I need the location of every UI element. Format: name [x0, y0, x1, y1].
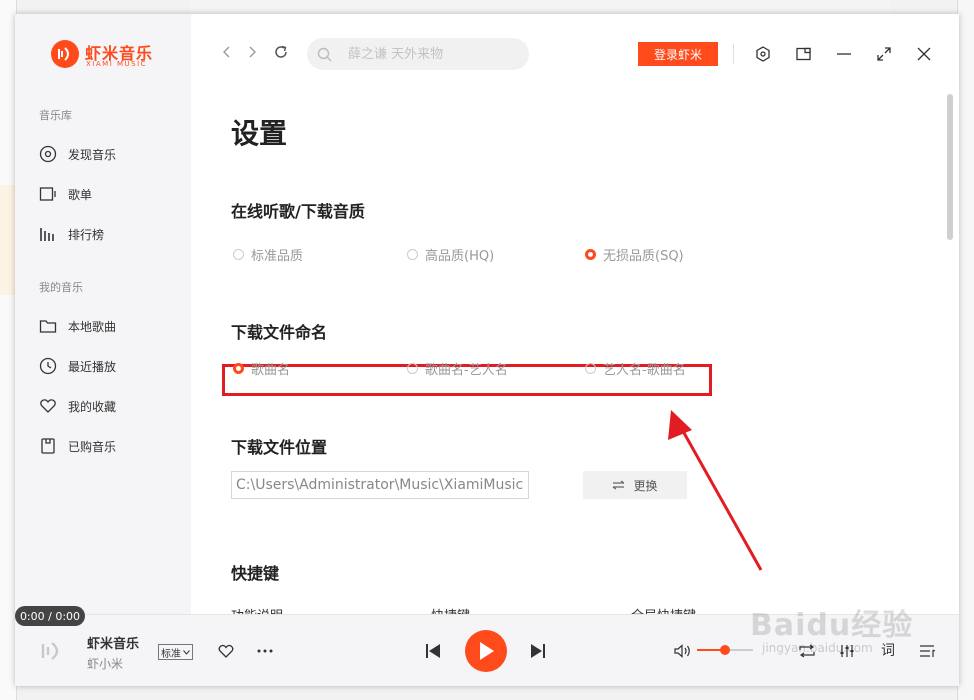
radio-naming-song[interactable]: 歌曲名: [233, 359, 290, 378]
disc-icon: [39, 145, 57, 163]
volume-icon[interactable]: [673, 641, 693, 661]
like-heart-icon[interactable]: [216, 641, 236, 661]
radio-label: 标准品质: [251, 249, 304, 264]
xiami-music-window: 虾米音乐 XIAMI MUSIC 音乐库 发现音乐 歌单 排行榜 我的音乐 本地…: [15, 14, 959, 686]
radio-circle-selected: [233, 363, 244, 374]
background-toolbar: [190, 0, 890, 15]
radio-label: 歌曲名-艺人名: [425, 363, 508, 378]
sidebar-item-label: 最近播放: [68, 359, 117, 374]
radio-label: 歌曲名: [251, 363, 291, 378]
sidebar-item-playlists[interactable]: 歌单: [39, 184, 92, 204]
download-path-field[interactable]: [231, 471, 529, 499]
quality-label: 标准: [161, 648, 181, 660]
library-section-label: 音乐库: [39, 109, 72, 122]
chevron-down-icon: [183, 649, 190, 655]
refresh-icon[interactable]: [273, 44, 289, 64]
chart-icon: [40, 228, 54, 241]
radio-quality-standard[interactable]: 标准品质: [233, 245, 303, 264]
next-track-icon[interactable]: [527, 641, 549, 661]
folder-icon: [39, 320, 57, 333]
sidebar-item-local-songs[interactable]: 本地歌曲: [39, 316, 116, 336]
watermark-logo: Baidu经验: [750, 608, 914, 643]
sidebar-item-favorites[interactable]: 我的收藏: [39, 396, 116, 416]
mini-player-icon[interactable]: [794, 44, 814, 64]
playlist-icon: [39, 187, 56, 201]
playlist-queue-icon[interactable]: [917, 641, 937, 661]
previous-track-icon[interactable]: [422, 641, 444, 661]
playback-time: 0:00 / 0:00: [15, 606, 85, 626]
top-bar: 登录虾米: [191, 14, 959, 94]
volume-knob[interactable]: [720, 645, 730, 655]
sidebar-item-label: 我的收藏: [68, 399, 117, 414]
settings-icon[interactable]: [753, 44, 773, 64]
minimize-icon[interactable]: [834, 44, 854, 64]
naming-section-title: 下载文件命名: [231, 323, 328, 342]
search-icon: [317, 47, 332, 61]
watermark-url: jingyan.baidu.com: [762, 641, 873, 655]
radio-circle: [407, 363, 418, 374]
my-music-section-label: 我的音乐: [39, 281, 83, 294]
sidebar-item-label: 歌单: [68, 187, 93, 202]
scrollbar[interactable]: [947, 94, 953, 240]
change-location-button[interactable]: 更换: [583, 471, 687, 499]
radio-label: 无损品质(SQ): [603, 249, 684, 264]
now-playing-artist: 虾小米: [87, 657, 124, 671]
forward-icon[interactable]: [246, 44, 258, 63]
radio-naming-song-artist[interactable]: 歌曲名-艺人名: [407, 359, 508, 378]
sidebar-item-label: 排行榜: [68, 227, 105, 242]
background-highlight-strip: [0, 185, 16, 295]
maximize-icon[interactable]: [874, 44, 894, 64]
header-divider: [733, 44, 734, 64]
radio-circle: [407, 249, 418, 260]
location-section-title: 下载文件位置: [231, 438, 328, 457]
sidebar: 虾米音乐 XIAMI MUSIC 音乐库 发现音乐 歌单 排行榜 我的音乐 本地…: [15, 14, 191, 614]
radio-circle: [233, 249, 244, 260]
quality-section-title: 在线听歌/下载音质: [231, 202, 365, 221]
close-icon[interactable]: [914, 44, 934, 64]
play-button[interactable]: [465, 630, 507, 672]
radio-quality-sq[interactable]: 无损品质(SQ): [585, 245, 684, 264]
play-icon: [480, 642, 494, 660]
now-playing-title: 虾米音乐: [87, 637, 140, 652]
sidebar-item-label: 本地歌曲: [68, 319, 117, 334]
radio-circle-selected: [585, 249, 596, 260]
more-icon[interactable]: [255, 641, 275, 661]
hotkeys-section-title: 快捷键: [231, 564, 280, 583]
sidebar-item-charts[interactable]: 排行榜: [39, 224, 104, 244]
heart-icon: [40, 399, 56, 413]
swap-icon: [613, 480, 625, 490]
clock-icon: [39, 357, 57, 375]
radio-label: 艺人名-歌曲名: [603, 363, 686, 378]
radio-quality-hq[interactable]: 高品质(HQ): [407, 245, 494, 264]
search-box[interactable]: [307, 38, 529, 70]
sidebar-item-recent[interactable]: 最近播放: [39, 356, 116, 376]
sidebar-item-label: 已购音乐: [68, 439, 117, 454]
quality-selector[interactable]: 标准: [158, 644, 193, 660]
sidebar-item-label: 发现音乐: [68, 147, 117, 162]
brand-subtitle: XIAMI MUSIC: [86, 60, 148, 68]
radio-naming-artist-song[interactable]: 艺人名-歌曲名: [585, 359, 686, 378]
background-right-pane: [957, 0, 974, 700]
radio-label: 高品质(HQ): [425, 249, 495, 264]
xiami-logo-icon: [51, 40, 79, 68]
search-input[interactable]: [346, 45, 510, 63]
login-button[interactable]: 登录虾米: [638, 42, 718, 66]
sidebar-item-purchased[interactable]: 已购音乐: [39, 436, 116, 456]
sidebar-item-discover[interactable]: 发现音乐: [39, 144, 116, 164]
radio-circle: [585, 363, 596, 374]
purchase-icon: [41, 438, 55, 454]
volume-slider[interactable]: [697, 645, 753, 655]
page-title: 设置: [231, 117, 288, 150]
back-icon[interactable]: [221, 44, 233, 63]
album-art-icon[interactable]: [37, 639, 65, 663]
change-location-label: 更换: [633, 478, 658, 493]
